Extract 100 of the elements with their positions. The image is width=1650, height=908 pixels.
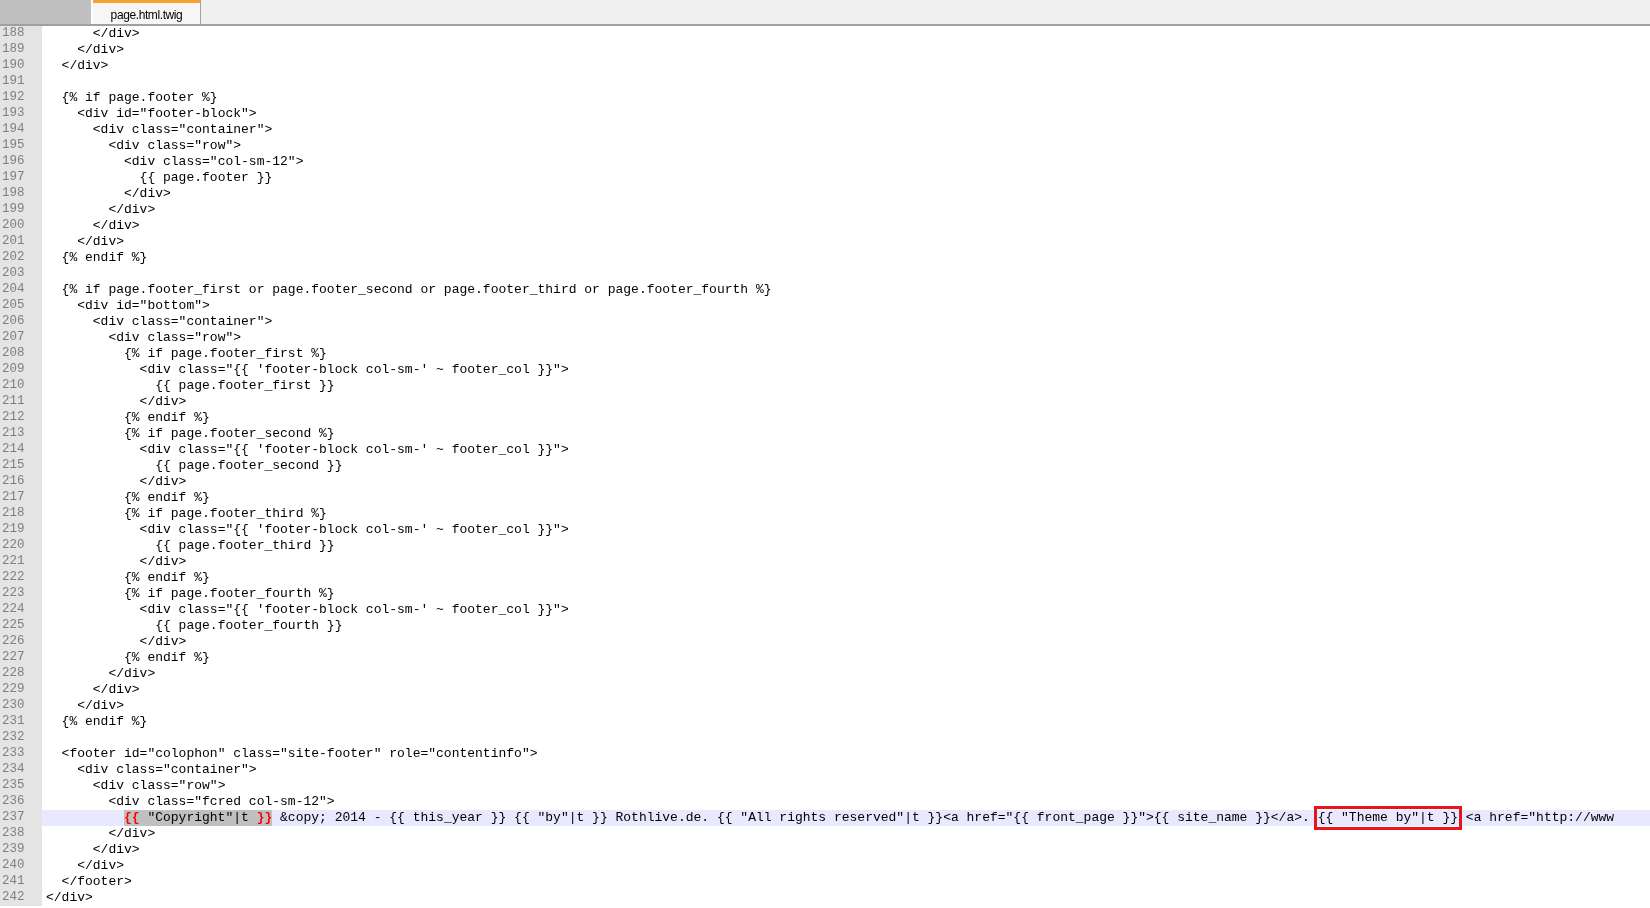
line-number: 225 (0, 618, 42, 634)
code-line: </div> (76, 234, 124, 250)
code-line: </div> (76, 858, 124, 874)
code-line: {% if page.footer_first or page.footer_second or page.footer_third or page.footer_fourth %} (60, 282, 772, 298)
code-line: {% if page.footer_fourth %} (123, 586, 335, 602)
code-line: </div> (76, 698, 124, 714)
line-number: 192 (0, 90, 42, 106)
line-number: 190 (0, 58, 42, 74)
code-line: </div> (107, 202, 156, 218)
line-number: 215 (0, 458, 42, 474)
line-number: 226 (0, 634, 42, 650)
code-line: <div class="col-sm-12"> (123, 154, 304, 170)
code-line: </div> (107, 666, 156, 682)
code-line: <div class="row"> (107, 330, 242, 346)
line-number: 199 (0, 202, 42, 218)
line-number: 208 (0, 346, 42, 362)
line-number: 233 (0, 746, 42, 762)
code-line: </div> (76, 42, 124, 58)
code-line: {% if page.footer_first %} (123, 346, 327, 362)
file-tab[interactable]: page.html.twig (93, 0, 201, 24)
code-line: <div class="row"> (91, 778, 226, 794)
line-number: 188 (0, 26, 42, 42)
code-line: {% endif %} (60, 714, 148, 730)
line-number: 224 (0, 602, 42, 618)
code-line: </div> (60, 58, 109, 74)
code-line: {% if page.footer_second %} (123, 426, 335, 442)
line-number: 236 (0, 794, 42, 810)
code-line: {{ page.footer_second }} (154, 458, 343, 474)
code-line: {% endif %} (123, 650, 210, 666)
code-line: </div> (138, 394, 187, 410)
code-line: </div> (46, 890, 93, 906)
code-line: <div class="row"> (107, 138, 242, 154)
line-number: 204 (0, 282, 42, 298)
brace-match: {{ (124, 810, 140, 826)
line-number: 202 (0, 250, 42, 266)
code-line: <div class="{{ 'footer-block col-sm-' ~ footer_col }}"> (138, 522, 569, 538)
line-number: 189 (0, 42, 42, 58)
line-number: 203 (0, 266, 42, 282)
code-line: <div id="bottom"> (76, 298, 210, 314)
line-number: 212 (0, 410, 42, 426)
code-line: {{ page.footer_third }} (154, 538, 335, 554)
line-number: 228 (0, 666, 42, 682)
line-number: 221 (0, 554, 42, 570)
line-number: 230 (0, 698, 42, 714)
line-number: 210 (0, 378, 42, 394)
code-line: </div> (91, 682, 140, 698)
line-number: 191 (0, 74, 42, 90)
line-number: 219 (0, 522, 42, 538)
code-line: </footer> (60, 874, 132, 890)
code-line: </div> (138, 634, 187, 650)
code-line: {% endif %} (123, 490, 210, 506)
line-number: 195 (0, 138, 42, 154)
line-number: 214 (0, 442, 42, 458)
code-line: <div class="container"> (91, 122, 273, 138)
code-line: {% if page.footer_third %} (123, 506, 327, 522)
line-number: 193 (0, 106, 42, 122)
code-line: <footer id="colophon" class="site-footer" role="contentinfo"> (60, 746, 538, 762)
code-line: <div class="fcred col-sm-12"> (107, 794, 335, 810)
code-text: &copy; 2014 - {{ this_year }} {{ "by"|t }} Rothlive.de. {{ "All rights reserved"|t }}<a href="{{ front_page }}">{{ site_name }}</a>. (279, 810, 1311, 826)
code-line: <div class="{{ 'footer-block col-sm-' ~ footer_col }}"> (138, 442, 569, 458)
code-line: {% endif %} (60, 250, 148, 266)
line-number: 222 (0, 570, 42, 586)
line-number: 235 (0, 778, 42, 794)
code-line: </div> (138, 554, 187, 570)
code-line: {{ page.footer_fourth }} (154, 618, 343, 634)
line-number: 237 (0, 810, 42, 826)
line-number: 238 (0, 826, 42, 842)
code-line: <div class="{{ 'footer-block col-sm-' ~ footer_col }}"> (138, 602, 569, 618)
code-line: </div> (91, 26, 140, 42)
line-number: 231 (0, 714, 42, 730)
line-number: 223 (0, 586, 42, 602)
line-number: 200 (0, 218, 42, 234)
code-line: </div> (107, 826, 156, 842)
line-number: 209 (0, 362, 42, 378)
line-number: 229 (0, 682, 42, 698)
selected-text: "Copyright"|t (139, 810, 257, 826)
line-number: 241 (0, 874, 42, 890)
line-number: 206 (0, 314, 42, 330)
code-line: </div> (138, 474, 187, 490)
code-line: <div class="container"> (91, 314, 273, 330)
line-number: 196 (0, 154, 42, 170)
line-number: 207 (0, 330, 42, 346)
line-number: 234 (0, 762, 42, 778)
line-number: 220 (0, 538, 42, 554)
line-number: 242 (0, 890, 42, 906)
code-line: {% if page.footer %} (60, 90, 218, 106)
code-line: {% endif %} (123, 570, 210, 586)
code-line: </div> (91, 842, 140, 858)
line-number: 239 (0, 842, 42, 858)
line-number: 211 (0, 394, 42, 410)
line-number: 201 (0, 234, 42, 250)
code-line: <div class="container"> (76, 762, 257, 778)
code-line: <div class="{{ 'footer-block col-sm-' ~ footer_col }}"> (138, 362, 569, 378)
line-number: 213 (0, 426, 42, 442)
code-line: <div id="footer-block"> (76, 106, 257, 122)
code-line: {{ page.footer_first }} (154, 378, 335, 394)
code-line: {% endif %} (123, 410, 210, 426)
code-line: {{ page.footer }} (138, 170, 273, 186)
code-line: </div> (91, 218, 140, 234)
code-text: <a href="http://www (1464, 810, 1615, 826)
